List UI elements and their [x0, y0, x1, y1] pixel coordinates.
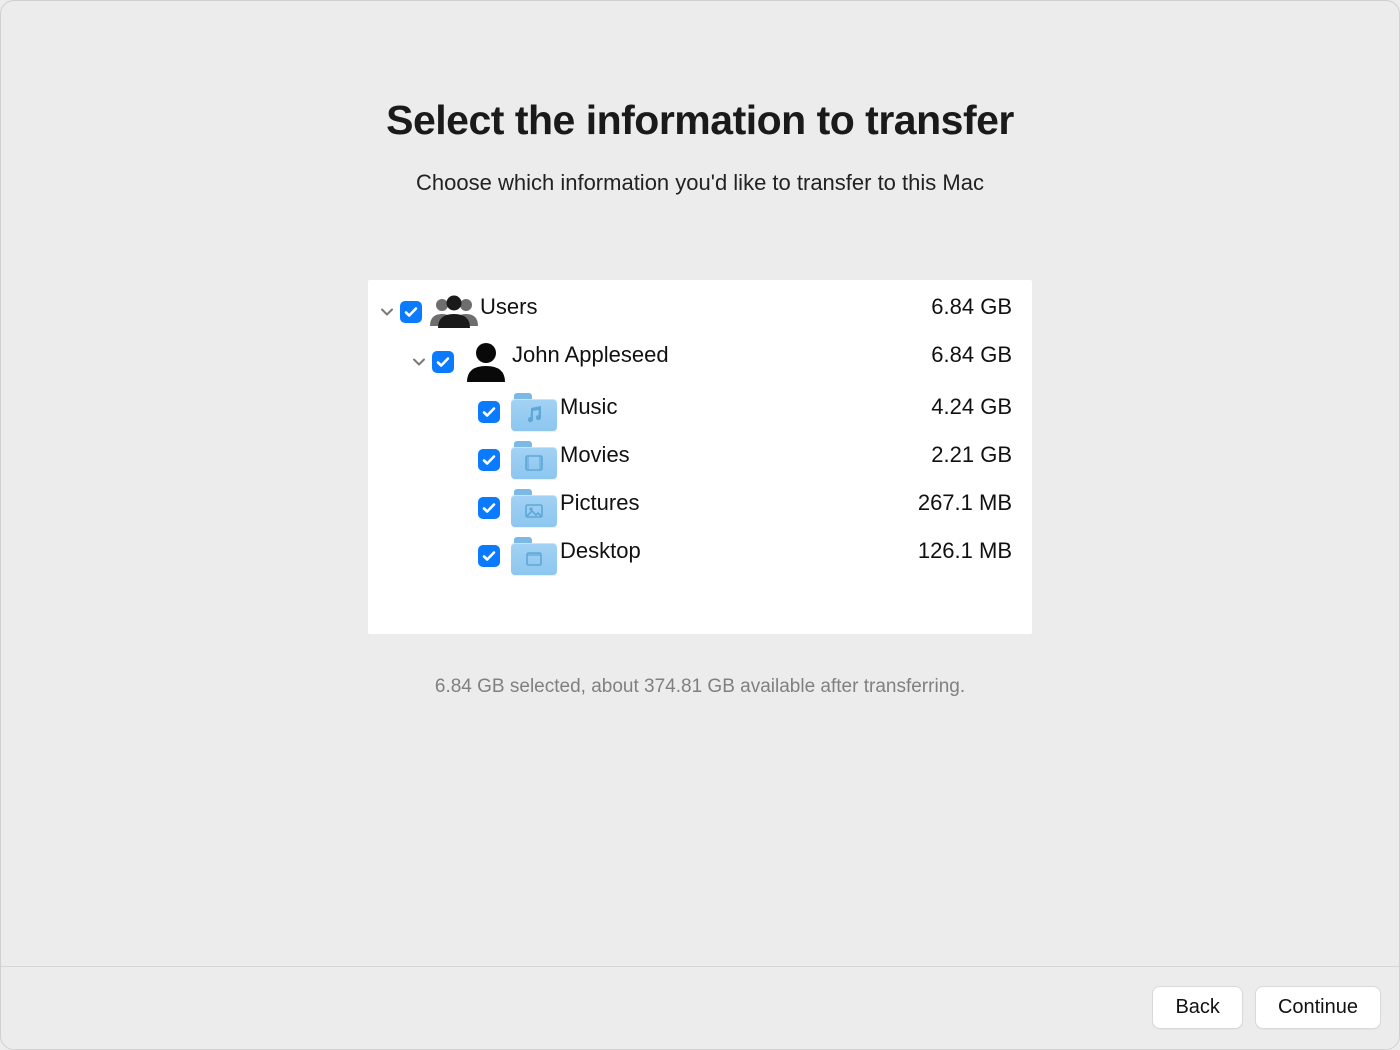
tree-size: 6.84 GB — [931, 294, 1018, 320]
checkbox-users[interactable] — [400, 301, 422, 323]
tree-label: Users — [480, 294, 931, 320]
tree-label: John Appleseed — [512, 342, 931, 368]
status-text: 6.84 GB selected, about 374.81 GB availa… — [1, 676, 1399, 698]
tree-row-movies[interactable]: Movies 2.21 GB — [368, 436, 1032, 484]
tree-label: Movies — [560, 442, 931, 468]
page-title: Select the information to transfer — [1, 97, 1399, 144]
back-button[interactable]: Back — [1152, 986, 1242, 1029]
tree-size: 4.24 GB — [931, 394, 1018, 420]
tree-label: Music — [560, 394, 931, 420]
tree-row-desktop[interactable]: Desktop 126.1 MB — [368, 532, 1032, 580]
tree-size: 267.1 MB — [918, 490, 1018, 516]
tree-size: 6.84 GB — [931, 342, 1018, 368]
page-subtitle: Choose which information you'd like to t… — [1, 170, 1399, 196]
checkbox-movies[interactable] — [478, 449, 500, 471]
tree-size: 126.1 MB — [918, 538, 1018, 564]
tree-row-users[interactable]: Users 6.84 GB — [368, 288, 1032, 336]
chevron-down-icon[interactable] — [410, 355, 428, 369]
tree-label: Pictures — [560, 490, 918, 516]
chevron-down-icon[interactable] — [378, 305, 396, 319]
tree-row-pictures[interactable]: Pictures 267.1 MB — [368, 484, 1032, 532]
folder-pictures-icon — [508, 489, 560, 527]
footer-divider — [1, 966, 1399, 967]
checkbox-music[interactable] — [478, 401, 500, 423]
folder-music-icon — [508, 393, 560, 431]
transfer-tree-panel: Users 6.84 GB John Appleseed 6.84 GB — [368, 280, 1032, 634]
folder-movies-icon — [508, 441, 560, 479]
checkbox-desktop[interactable] — [478, 545, 500, 567]
checkbox-pictures[interactable] — [478, 497, 500, 519]
tree-row-user[interactable]: John Appleseed 6.84 GB — [368, 336, 1032, 388]
tree-row-music[interactable]: Music 4.24 GB — [368, 388, 1032, 436]
user-silhouette-icon — [460, 340, 512, 384]
folder-desktop-icon — [508, 537, 560, 575]
tree-label: Desktop — [560, 538, 918, 564]
checkbox-user[interactable] — [432, 351, 454, 373]
tree-size: 2.21 GB — [931, 442, 1018, 468]
continue-button[interactable]: Continue — [1255, 986, 1381, 1029]
users-group-icon — [428, 292, 480, 332]
